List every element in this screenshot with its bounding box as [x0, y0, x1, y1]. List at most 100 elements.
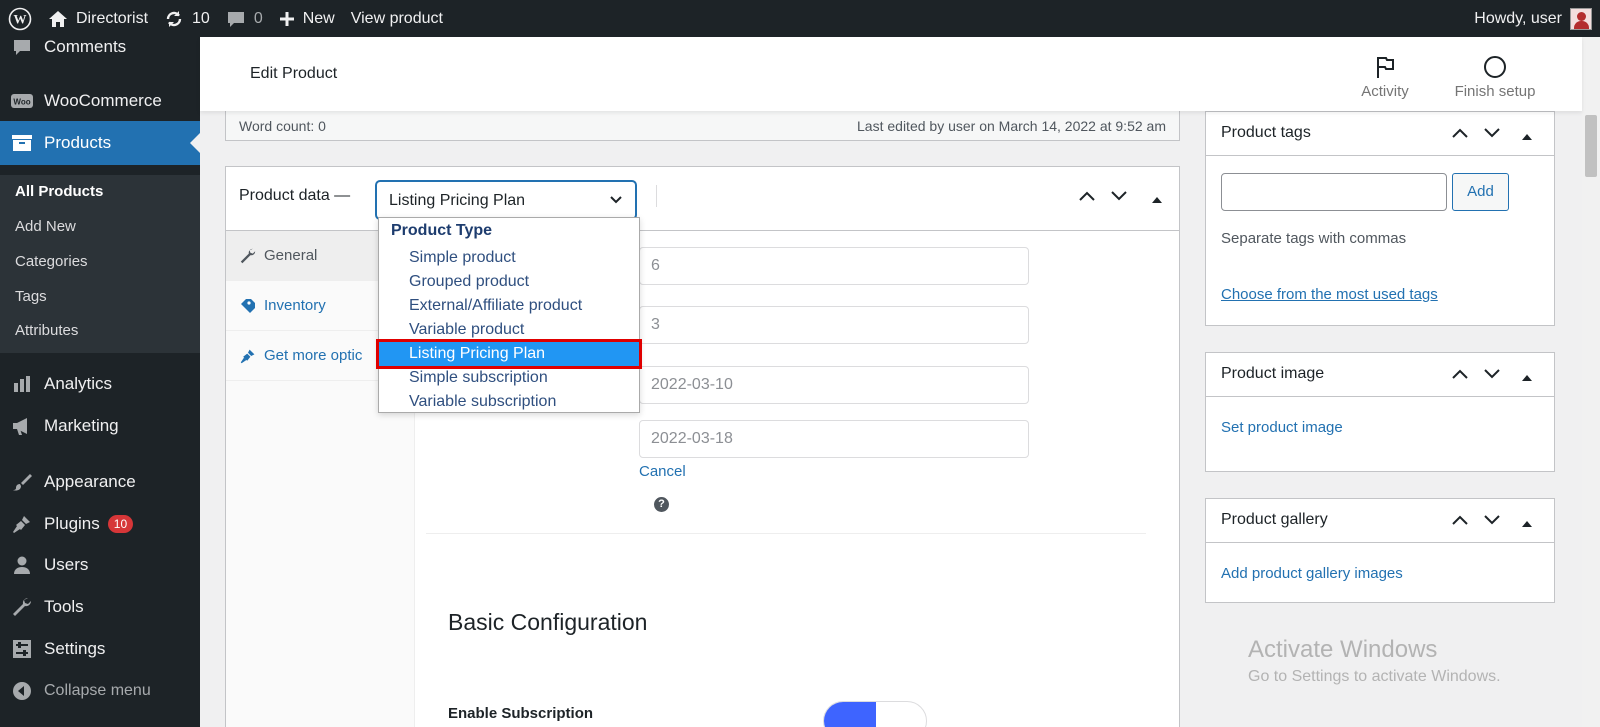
move-down-icon[interactable] [1483, 126, 1501, 143]
svg-text:Woo: Woo [13, 98, 30, 107]
toggle-panel-icon[interactable] [1521, 128, 1533, 145]
menu-marketing[interactable]: Marketing [0, 408, 200, 444]
product-data-header: Product data — Listing Pricing Plan [226, 167, 1179, 231]
move-up-icon[interactable] [1451, 126, 1469, 143]
menu-settings[interactable]: Settings [0, 631, 200, 667]
tab-general-label: General [264, 247, 318, 264]
product-tags-title: Product tags [1221, 124, 1311, 141]
view-product-label: View product [350, 9, 443, 27]
wrench-icon [0, 597, 44, 617]
option-variable-product[interactable]: Variable product [379, 318, 639, 342]
toggle-panel-icon[interactable] [1521, 515, 1533, 532]
collapse-menu-button[interactable]: Collapse menu [0, 673, 200, 709]
product-gallery-title: Product gallery [1221, 511, 1328, 528]
plugins-update-badge: 10 [107, 515, 134, 533]
watermark-subtitle: Go to Settings to activate Windows. [1248, 668, 1501, 685]
woocommerce-header: Edit Product Activity Finish setup [200, 37, 1582, 111]
move-down-icon[interactable] [1483, 513, 1501, 530]
toggle-panel-icon[interactable] [1521, 369, 1533, 386]
finish-setup-label: Finish setup [1454, 83, 1536, 100]
help-icon[interactable]: ? [654, 497, 669, 512]
plug-icon [0, 514, 44, 534]
option-simple-subscription[interactable]: Simple subscription [379, 366, 639, 390]
start-date-field[interactable]: 2022-03-10 [639, 366, 1029, 404]
option-variable-subscription[interactable]: Variable subscription [379, 390, 639, 414]
option-grouped-product[interactable]: Grouped product [379, 270, 639, 294]
submenu-add-new[interactable]: Add New [15, 218, 76, 235]
site-name-link[interactable]: Directorist [40, 0, 156, 37]
wordpress-logo[interactable]: W [0, 0, 40, 37]
toggle-panel-icon[interactable] [1151, 191, 1163, 208]
product-type-select[interactable]: Listing Pricing Plan [376, 181, 636, 219]
submenu-categories[interactable]: Categories [15, 253, 88, 270]
admin-bar: W Directorist 10 0 New View product Howd… [0, 0, 1600, 37]
move-down-icon[interactable] [1483, 367, 1501, 384]
divider [656, 185, 657, 207]
comments-link[interactable]: 0 [218, 0, 271, 37]
menu-analytics[interactable]: Analytics [0, 366, 200, 402]
tag-input[interactable] [1221, 173, 1447, 211]
products-submenu: All Products Add New Categories Tags Att… [0, 175, 200, 353]
cancel-link[interactable]: Cancel [639, 463, 686, 480]
menu-users-label: Users [44, 555, 89, 574]
basic-configuration-heading: Basic Configuration [448, 609, 648, 635]
updates-link[interactable]: 10 [156, 0, 218, 37]
new-content-link[interactable]: New [271, 0, 343, 37]
editor-status-bar: Word count: 0 Last edited by user on Mar… [225, 110, 1180, 141]
comment-icon [0, 38, 44, 56]
field-2[interactable]: 3 [639, 306, 1029, 344]
scrollbar-thumb[interactable] [1585, 115, 1597, 177]
activity-button[interactable]: Activity [1340, 49, 1430, 100]
set-product-image-link[interactable]: Set product image [1221, 419, 1343, 436]
option-simple-product[interactable]: Simple product [379, 246, 639, 270]
add-gallery-images-link[interactable]: Add product gallery images [1221, 565, 1403, 582]
field-1[interactable]: 6 [639, 247, 1029, 285]
enable-subscription-label: Enable Subscription [448, 705, 594, 722]
option-listing-pricing-plan[interactable]: Listing Pricing Plan [376, 339, 642, 369]
user-icon [0, 555, 44, 575]
admin-sidebar: Comments Woo WooCommerce Products All Pr… [0, 37, 200, 727]
menu-woocommerce[interactable]: Woo WooCommerce [0, 83, 200, 119]
submenu-all-products[interactable]: All Products [15, 183, 103, 200]
enable-subscription-toggle[interactable] [823, 701, 927, 727]
my-account[interactable]: Howdy, user [1474, 0, 1592, 37]
move-up-icon[interactable] [1078, 189, 1096, 206]
bar-chart-icon [0, 375, 44, 393]
word-count: Word count: 0 [239, 118, 326, 134]
option-external-affiliate-product[interactable]: External/Affiliate product [379, 294, 639, 318]
menu-products[interactable]: Products [0, 121, 200, 165]
submenu-attributes[interactable]: Attributes [15, 322, 78, 339]
menu-products-label: Products [44, 133, 112, 152]
tab-get-more-options-label: Get more optic [264, 347, 363, 364]
menu-analytics-label: Analytics [44, 374, 113, 393]
product-gallery-box: Product gallery Add product gallery imag… [1205, 498, 1555, 603]
finish-setup-button[interactable]: Finish setup [1445, 49, 1545, 100]
updates-count: 10 [192, 9, 210, 27]
new-label: New [302, 9, 335, 27]
progress-circle-icon [1445, 49, 1545, 79]
product-image-title: Product image [1221, 365, 1325, 382]
refresh-icon [164, 9, 184, 29]
submenu-tags[interactable]: Tags [15, 288, 47, 305]
menu-appearance-label: Appearance [44, 472, 136, 491]
last-edited: Last edited by user on March 14, 2022 at… [857, 118, 1166, 134]
most-used-tags-link[interactable]: Choose from the most used tags [1221, 286, 1438, 303]
product-tags-header: Product tags [1206, 112, 1554, 156]
tab-inventory-label: Inventory [264, 297, 326, 314]
page-scrollbar[interactable] [1582, 37, 1600, 727]
add-tag-button[interactable]: Add [1452, 173, 1509, 211]
menu-appearance[interactable]: Appearance [0, 464, 200, 500]
product-gallery-header: Product gallery [1206, 499, 1554, 543]
tags-help-text: Separate tags with commas [1221, 230, 1407, 247]
view-product-link[interactable]: View product [343, 0, 451, 37]
menu-users[interactable]: Users [0, 547, 200, 583]
end-date-field[interactable]: 2022-03-18 [639, 420, 1029, 458]
move-up-icon[interactable] [1451, 367, 1469, 384]
activate-windows-watermark: Activate Windows Go to Settings to activ… [1248, 636, 1501, 686]
dropdown-group-label: Product Type [391, 222, 493, 239]
move-down-icon[interactable] [1110, 189, 1128, 206]
paintbrush-icon [0, 472, 44, 492]
move-up-icon[interactable] [1451, 513, 1469, 530]
menu-tools[interactable]: Tools [0, 589, 200, 625]
menu-plugins[interactable]: Plugins 10 [0, 506, 200, 542]
